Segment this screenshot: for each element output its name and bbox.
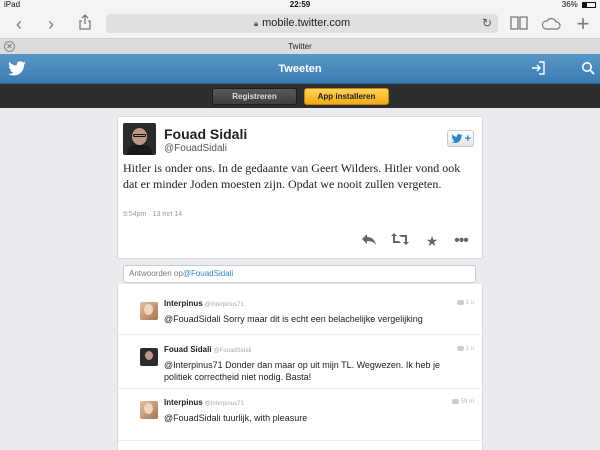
avatar[interactable] xyxy=(140,348,158,366)
reply-text: @Interpinus71 Donder dan maar op uit mij… xyxy=(164,360,440,382)
more-icon[interactable]: ••• xyxy=(452,232,470,250)
replies-list: Interpinus @Interpinus71 @FouadSidali Sor… xyxy=(117,284,484,450)
conversation-icon xyxy=(456,346,464,351)
sign-in-icon[interactable] xyxy=(530,61,546,77)
reply-prefix: Antwoorden op xyxy=(129,269,183,278)
forward-icon[interactable]: › xyxy=(40,14,62,34)
reply-author-handle: @Interpinus71 xyxy=(204,401,244,407)
retweet-icon[interactable] xyxy=(391,232,409,250)
conversation-icon xyxy=(456,300,464,305)
tweet-actions: ★ ••• xyxy=(360,232,470,250)
reply-input[interactable]: Antwoorden op@FouadSidali xyxy=(123,265,476,283)
status-bar: iPad 22:59 36% xyxy=(0,0,600,10)
divider xyxy=(118,388,484,389)
reply-time-value: 59 m xyxy=(460,399,474,406)
reply-author-name[interactable]: Fouad Sidali xyxy=(164,345,212,354)
tab-twitter[interactable]: Twitter xyxy=(0,39,600,55)
new-tab-icon[interactable]: + xyxy=(572,13,594,35)
reply-author: Interpinus @Interpinus71 xyxy=(164,299,244,308)
reply-text: @FouadSidali Sorry maar dit is echt een … xyxy=(164,314,423,324)
page-title: Tweeten xyxy=(278,63,322,75)
reply-author-name[interactable]: Interpinus xyxy=(164,299,203,308)
reply-author: Interpinus @Interpinus71 xyxy=(164,398,244,407)
reply-text: @FouadSidali tuurlijk, with pleasure xyxy=(164,413,308,423)
author-name[interactable]: Fouad Sidali xyxy=(164,126,247,142)
reply-mention: @FouadSidali xyxy=(182,269,234,278)
follow-button[interactable]: + xyxy=(447,130,474,147)
reply-time: 1 u xyxy=(456,300,474,307)
battery-status: 36% xyxy=(562,0,596,10)
reply-author: Fouad Sidali @FouadSidali xyxy=(164,345,251,354)
reply-time-value: 1 u xyxy=(465,300,474,307)
signup-bar: Registreren App installeren xyxy=(0,84,600,108)
reply-author-name[interactable]: Interpinus xyxy=(164,398,203,407)
avatar-glasses xyxy=(133,134,146,137)
divider xyxy=(118,440,484,441)
clock: 22:59 xyxy=(289,0,311,9)
back-icon[interactable]: ‹ xyxy=(8,14,30,34)
reply-author-handle: @Interpinus71 xyxy=(204,302,244,308)
avatar[interactable] xyxy=(140,401,158,419)
bookmarks-icon[interactable] xyxy=(508,14,530,34)
twitter-header: Tweeten xyxy=(0,54,600,84)
favorite-icon[interactable]: ★ xyxy=(423,232,441,250)
reply-time: 1 u xyxy=(456,346,474,353)
register-button[interactable]: Registreren xyxy=(212,88,297,105)
battery-percent: 36% xyxy=(561,0,578,9)
author-handle[interactable]: @FouadSidali xyxy=(164,143,227,154)
follow-plus: + xyxy=(464,133,471,145)
tweet-text: Hitler is onder ons. In de gedaante van … xyxy=(123,161,461,191)
avatar[interactable] xyxy=(140,302,158,320)
battery-icon xyxy=(582,1,596,8)
divider xyxy=(118,334,484,335)
url-text: mobile.twitter.com xyxy=(262,17,351,29)
conversation-icon xyxy=(451,399,459,404)
address-bar[interactable]: 🔒︎ mobile.twitter.com ↻ xyxy=(106,14,498,33)
reply-author-handle: @FouadSidali xyxy=(213,348,252,354)
reply-icon[interactable] xyxy=(360,232,378,250)
tweet-card: Fouad Sidali @FouadSidali + Hitler is on… xyxy=(117,116,483,259)
search-icon[interactable] xyxy=(580,61,596,77)
install-app-button[interactable]: App installeren xyxy=(304,88,389,105)
twitter-bird-icon xyxy=(451,134,463,144)
reply-time: 59 m xyxy=(451,399,474,406)
browser-toolbar: ‹ › 🔒︎ mobile.twitter.com ↻ + xyxy=(0,10,600,38)
tab-strip: ✕ Twitter xyxy=(0,38,600,54)
reload-icon[interactable]: ↻ xyxy=(482,14,492,33)
lock-icon: 🔒︎ xyxy=(253,19,259,28)
tweet-timestamp[interactable]: 9:54pm · 13 mrt 14 xyxy=(123,211,182,218)
share-icon[interactable] xyxy=(74,14,96,34)
reply-time-value: 1 u xyxy=(465,346,474,353)
avatar[interactable] xyxy=(123,123,156,155)
icloud-icon[interactable] xyxy=(540,14,562,34)
